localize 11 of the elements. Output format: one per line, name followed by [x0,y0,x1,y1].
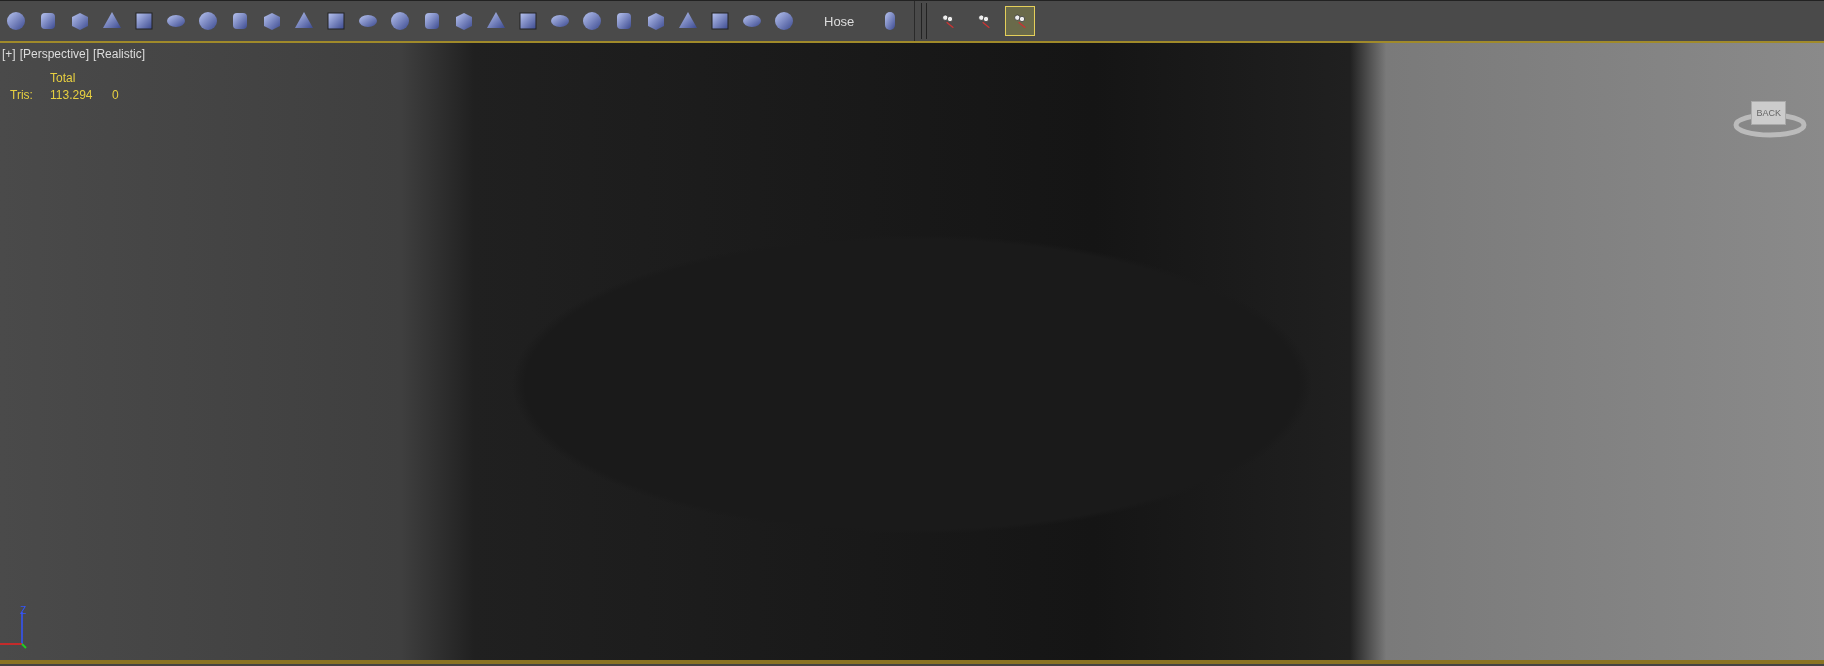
axis-label: Z [20,605,27,616]
viewport-label[interactable]: [Perspective] [19,47,90,61]
viewcube-face[interactable]: BACK [1751,101,1786,125]
viewport-label[interactable]: [Realistic] [93,47,146,61]
stats-label: Tris: [10,88,34,102]
stats-value: 0 [112,88,120,102]
camera-tool-button[interactable] [1005,6,1036,36]
stats-value: 113.294 [50,88,94,102]
stats-header: Total [50,71,77,85]
viewport-label[interactable]: [+] [2,47,16,61]
hose-button[interactable]: Hose [802,13,877,29]
